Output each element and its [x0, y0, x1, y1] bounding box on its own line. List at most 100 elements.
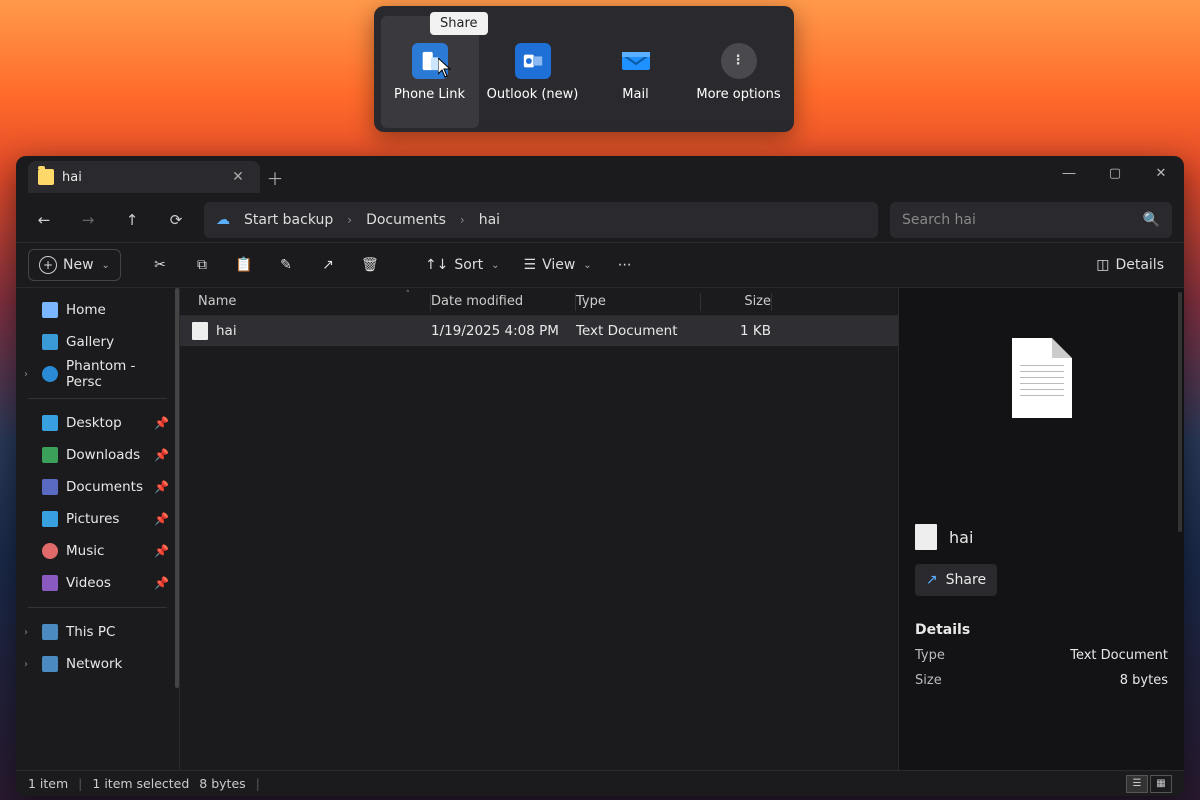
cut-button[interactable]: ✂ [143, 249, 177, 281]
share-option-label: Phone Link [394, 87, 465, 102]
sidebar-item-gallery[interactable]: Gallery [18, 326, 177, 358]
view-grid-button[interactable]: ▦ [1150, 775, 1172, 793]
share-icon: ↗ [926, 572, 938, 588]
sidebar-item-music[interactable]: Music📌 [18, 535, 177, 567]
title-bar: hai ✕ ＋ ― ▢ ✕ [16, 156, 1184, 198]
sidebar-item-network[interactable]: ›Network [18, 648, 177, 680]
share-option-outlook[interactable]: Outlook (new) [484, 16, 582, 128]
cursor-icon [438, 58, 452, 78]
search-icon: 🔍 [1143, 212, 1160, 228]
paste-button[interactable]: 📋 [227, 249, 261, 281]
file-list-pane: Name˄ Date modified Type Size hai 1/19/2… [180, 288, 898, 770]
music-icon [42, 543, 58, 559]
refresh-button[interactable]: ⟳ [160, 204, 192, 236]
close-button[interactable]: ✕ [1138, 156, 1184, 190]
minimize-button[interactable]: ― [1046, 156, 1092, 190]
more-icon: ⋮ [721, 43, 757, 79]
sidebar-item-documents[interactable]: Documents📌 [18, 471, 177, 503]
details-pane-button[interactable]: ◫Details [1088, 249, 1172, 281]
breadcrumb-segment[interactable]: Documents [366, 212, 446, 228]
tab-close-button[interactable]: ✕ [228, 169, 248, 185]
videos-icon [42, 575, 58, 591]
status-size: 8 bytes [199, 776, 245, 791]
view-button[interactable]: ☰View⌄ [516, 249, 600, 281]
pin-icon: 📌 [154, 544, 169, 558]
sort-asc-icon: ˄ [406, 290, 411, 300]
home-icon [42, 302, 58, 318]
detail-row-type: TypeText Document [915, 648, 1168, 663]
folder-icon [38, 169, 54, 185]
share-popup: Share Phone Link Outlook (new) Mail ⋮ Mo… [374, 6, 794, 132]
gallery-icon [42, 334, 58, 350]
pin-icon: 📌 [154, 416, 169, 430]
file-size: 1 KB [701, 323, 771, 339]
share-button[interactable]: ↗ [311, 249, 345, 281]
column-header-modified[interactable]: Date modified [431, 294, 575, 309]
address-bar-row: ← → ↑ ⟳ ☁ Start backup › Documents › hai… [16, 198, 1184, 242]
sidebar-item-this-pc[interactable]: ›This PC [18, 616, 177, 648]
downloads-icon [42, 447, 58, 463]
documents-icon [42, 479, 58, 495]
column-header-type[interactable]: Type [576, 294, 700, 309]
column-header-size[interactable]: Size [701, 294, 771, 309]
preview-share-button[interactable]: ↗Share [915, 564, 997, 596]
window-tab[interactable]: hai ✕ [28, 161, 260, 193]
file-row[interactable]: hai 1/19/2025 4:08 PM Text Document 1 KB [180, 316, 898, 346]
breadcrumb-segment[interactable]: hai [479, 212, 500, 228]
maximize-button[interactable]: ▢ [1092, 156, 1138, 190]
command-bar: +New⌄ ✂ ⧉ 📋 ✎ ↗ 🗑 ↑↓Sort⌄ ☰View⌄ ⋯ ◫Deta… [16, 242, 1184, 288]
sort-button[interactable]: ↑↓Sort⌄ [417, 249, 508, 281]
share-option-mail[interactable]: Mail [587, 16, 685, 128]
status-item-count: 1 item [28, 776, 68, 791]
new-tab-button[interactable]: ＋ [260, 165, 290, 190]
sidebar-item-desktop[interactable]: Desktop📌 [18, 407, 177, 439]
search-placeholder: Search hai [902, 212, 976, 228]
network-icon [42, 656, 58, 672]
sidebar-item-videos[interactable]: Videos📌 [18, 567, 177, 599]
share-option-label: Outlook (new) [487, 87, 579, 102]
forward-button[interactable]: → [72, 204, 104, 236]
sidebar-divider [28, 398, 167, 399]
mail-icon [618, 43, 654, 79]
copy-button[interactable]: ⧉ [185, 249, 219, 281]
share-option-label: Mail [622, 87, 648, 102]
chevron-right-icon: › [460, 213, 465, 227]
cloud-icon: ☁ [216, 212, 230, 228]
pin-icon: 📌 [154, 448, 169, 462]
tab-title: hai [62, 170, 82, 185]
sidebar-item-downloads[interactable]: Downloads📌 [18, 439, 177, 471]
sidebar-item-home[interactable]: Home [18, 294, 177, 326]
file-name: hai [216, 323, 237, 339]
preview-filename: hai [949, 528, 973, 547]
search-input[interactable]: Search hai 🔍 [890, 202, 1172, 238]
file-explorer-window: hai ✕ ＋ ― ▢ ✕ ← → ↑ ⟳ ☁ Start backup › D… [16, 156, 1184, 796]
rename-button[interactable]: ✎ [269, 249, 303, 281]
sidebar-item-onedrive[interactable]: ›Phantom - Persc [18, 358, 177, 390]
more-button[interactable]: ⋯ [608, 249, 642, 281]
back-button[interactable]: ← [28, 204, 60, 236]
up-button[interactable]: ↑ [116, 204, 148, 236]
new-button[interactable]: +New⌄ [28, 249, 121, 281]
delete-button[interactable]: 🗑 [353, 249, 387, 281]
status-selection: 1 item selected [92, 776, 189, 791]
outlook-icon [515, 43, 551, 79]
chevron-right-icon[interactable]: › [24, 369, 28, 380]
text-file-icon [192, 322, 208, 340]
chevron-right-icon[interactable]: › [24, 627, 28, 638]
column-header-name[interactable]: Name˄ [180, 294, 430, 309]
pictures-icon [42, 511, 58, 527]
sidebar-item-pictures[interactable]: Pictures📌 [18, 503, 177, 535]
view-list-button[interactable]: ☰ [1126, 775, 1148, 793]
share-option-more[interactable]: ⋮ More options [690, 16, 788, 128]
detail-row-size: Size8 bytes [915, 673, 1168, 688]
details-pane-icon: ◫ [1096, 257, 1109, 273]
file-modified: 1/19/2025 4:08 PM [431, 323, 575, 339]
preview-scrollbar[interactable] [1178, 292, 1182, 532]
breadcrumb[interactable]: ☁ Start backup › Documents › hai [204, 202, 878, 238]
document-preview-icon [1012, 338, 1072, 418]
breadcrumb-action[interactable]: Start backup [244, 212, 333, 228]
pin-icon: 📌 [154, 576, 169, 590]
chevron-right-icon[interactable]: › [24, 659, 28, 670]
status-bar: 1 item| 1 item selected 8 bytes| ☰ ▦ [16, 770, 1184, 796]
chevron-right-icon: › [347, 213, 352, 227]
